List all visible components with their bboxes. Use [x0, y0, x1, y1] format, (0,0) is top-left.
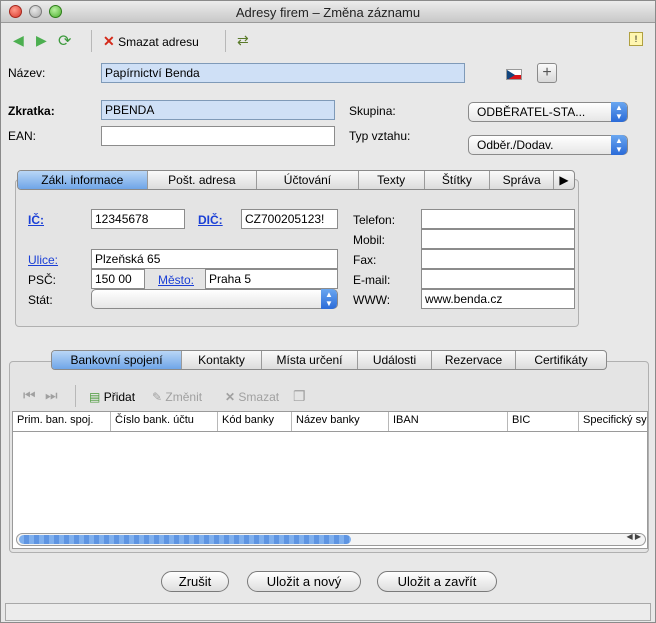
fax-input[interactable] [421, 249, 575, 269]
mobil-label: Mobil: [353, 233, 386, 247]
toolbar-separator [91, 30, 92, 52]
telefon-input[interactable] [421, 209, 575, 229]
tab-mista-urceni[interactable]: Místa určení [262, 351, 358, 369]
zkratka-input[interactable]: PBENDA [101, 100, 335, 120]
ean-label: EAN: [8, 129, 37, 143]
first-record-icon[interactable]: ⏮ [23, 387, 36, 404]
status-bar [5, 603, 651, 621]
edit-icon: ✎ [152, 390, 163, 404]
column-header[interactable]: Prim. ban. spoj. [13, 412, 111, 431]
tabs-more-arrow-icon[interactable]: ▶ [554, 171, 574, 189]
column-header[interactable]: Název banky [292, 412, 389, 431]
tab-sprava[interactable]: Správa [490, 171, 555, 189]
delete-address-button[interactable]: ✕ Smazat adresu [103, 33, 199, 50]
ic-input[interactable]: 12345678 [91, 209, 185, 229]
email-input[interactable] [421, 269, 575, 289]
nazev-label: Název: [8, 66, 46, 80]
add-bank-button[interactable]: ▤ Přidat [89, 390, 135, 404]
dic-link[interactable]: DIČ: [198, 213, 223, 227]
stat-label: Stát: [28, 293, 53, 307]
delete-x-icon: ✕ [103, 33, 115, 49]
delete-x-icon: ✕ [225, 390, 236, 404]
toolbar-separator-3 [75, 385, 76, 407]
select-arrows-icon: ▲ ▼ [611, 102, 627, 122]
delete-address-label: Smazat adresu [118, 35, 199, 49]
transfer-icon[interactable]: ⇄ [237, 32, 249, 49]
add-document-icon: ▤ [89, 390, 101, 404]
tab-uctovani[interactable]: Účtování [257, 171, 359, 189]
delete-bank-label: Smazat [238, 390, 280, 404]
tab-rezervace[interactable]: Rezervace [432, 351, 516, 369]
copy-icon[interactable]: ❐ [293, 388, 306, 405]
select-arrows-icon: ▲ ▼ [611, 135, 627, 155]
skupina-label: Skupina: [349, 104, 396, 118]
horizontal-scrollbar[interactable]: ◀ ▶ [16, 532, 646, 546]
email-label: E-mail: [353, 273, 391, 287]
edit-bank-label: Změnit [165, 390, 203, 404]
mobil-input[interactable] [421, 229, 575, 249]
nazev-input[interactable]: Papírnictví Benda [101, 63, 465, 83]
save-new-button[interactable]: Uložit a nový [247, 571, 361, 592]
www-input[interactable]: www.benda.cz [421, 289, 575, 309]
note-icon[interactable]: ! [629, 32, 643, 46]
refresh-icon[interactable]: ⟳ [58, 31, 71, 51]
tab-texty[interactable]: Texty [359, 171, 425, 189]
window-title: Adresy firem – Změna záznamu [235, 5, 421, 20]
www-label: WWW: [353, 293, 391, 307]
tab-kontakty[interactable]: Kontakty [182, 351, 262, 369]
psc-input[interactable]: 150 00 [91, 269, 145, 289]
info-tabs: Zákl. informace Pošt. adresa Účtování Te… [17, 170, 575, 190]
add-icon[interactable]: + [537, 63, 557, 83]
scroll-arrows-icon[interactable]: ◀ ▶ [626, 532, 641, 541]
title-bar: Adresy firem – Změna záznamu [1, 1, 655, 23]
column-header[interactable]: Číslo bank. účtu [111, 412, 218, 431]
czech-flag-icon[interactable] [506, 69, 522, 80]
bank-tabs: Bankovní spojení Kontakty Místa určení U… [51, 350, 607, 370]
bank-table[interactable]: Prim. ban. spoj. Číslo bank. účtu Kód ba… [12, 411, 648, 549]
fax-label: Fax: [353, 253, 377, 267]
save-close-button[interactable]: Uložit a zavřít [377, 571, 497, 592]
typ-vztahu-value: Odběr./Dodav. [477, 138, 554, 152]
column-header[interactable]: Specifický sy [579, 412, 647, 431]
ulice-input[interactable]: Plzeňská 65 [91, 249, 338, 269]
psc-label: PSČ: [28, 273, 57, 287]
mesto-input[interactable]: Praha 5 [205, 269, 338, 289]
column-header[interactable]: BIC [508, 412, 579, 431]
mesto-link[interactable]: Město: [158, 273, 194, 287]
stat-select[interactable]: ▲ ▼ [91, 289, 338, 309]
tab-udalosti[interactable]: Události [358, 351, 432, 369]
last-record-icon[interactable]: ⏭ [45, 387, 58, 404]
forward-arrow-icon[interactable]: ▶ [36, 32, 47, 49]
tab-zakl-informace[interactable]: Zákl. informace [18, 171, 148, 189]
select-arrows-icon: ▲ ▼ [321, 289, 337, 309]
delete-bank-button[interactable]: ✕ Smazat [225, 390, 279, 404]
zkratka-label: Zkratka: [8, 104, 55, 118]
tab-stitky[interactable]: Štítky [425, 171, 491, 189]
tab-certifikaty[interactable]: Certifikáty [516, 351, 606, 369]
ean-input[interactable] [101, 126, 335, 146]
column-header[interactable]: IBAN [389, 412, 508, 431]
ic-link[interactable]: IČ: [28, 213, 44, 227]
telefon-label: Telefon: [353, 213, 396, 227]
column-header[interactable]: Kód banky [218, 412, 292, 431]
ulice-link[interactable]: Ulice: [28, 253, 58, 267]
toolbar-separator-2 [225, 30, 226, 52]
back-arrow-icon[interactable]: ◀ [13, 32, 24, 49]
bank-table-header: Prim. ban. spoj. Číslo bank. účtu Kód ba… [13, 412, 647, 432]
cancel-button[interactable]: Zrušit [161, 571, 229, 592]
typ-vztahu-select[interactable]: Odběr./Dodav. ▲ ▼ [468, 135, 628, 155]
app-window: Adresy firem – Změna záznamu ◀ ▶ ⟳ ✕ Sma… [0, 0, 656, 623]
skupina-select[interactable]: ODBĚRATEL-STA... ▲ ▼ [468, 102, 628, 122]
scrollbar-thumb[interactable] [19, 535, 351, 544]
add-bank-label: Přidat [103, 390, 136, 404]
edit-bank-button[interactable]: ✎ Změnit [152, 390, 202, 404]
tab-post-adresa[interactable]: Pošt. adresa [148, 171, 258, 189]
dic-input[interactable]: CZ700205123! [241, 209, 338, 229]
typ-vztahu-label: Typ vztahu: [349, 129, 411, 143]
skupina-value: ODBĚRATEL-STA... [477, 105, 586, 119]
tab-bankovni-spojeni[interactable]: Bankovní spojení [52, 351, 182, 369]
